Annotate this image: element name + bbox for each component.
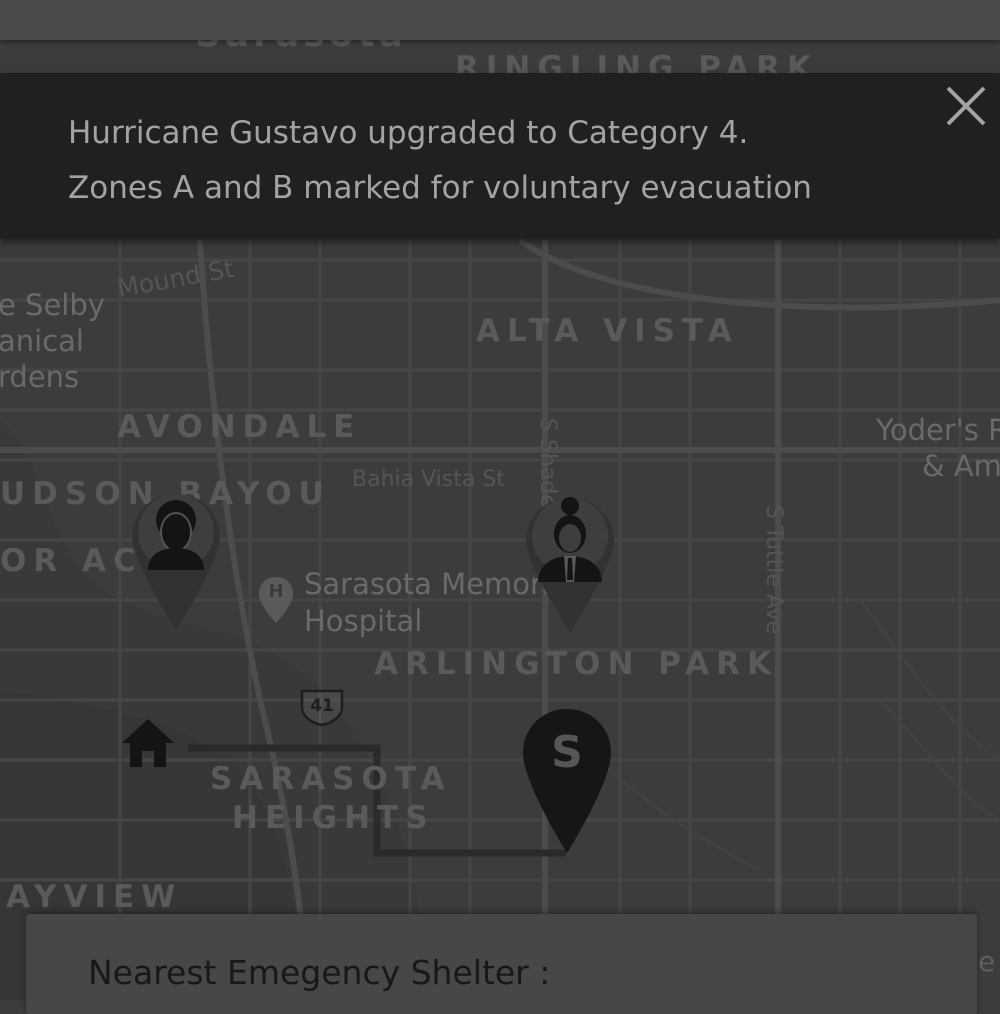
area-label-avondale: AVONDALE [117, 409, 362, 445]
poi-label-hospital-1: Sarasota Memori [304, 567, 550, 601]
poi-label-selby-3: rdens [0, 360, 80, 394]
home-icon[interactable] [120, 715, 176, 769]
highway-41-number: 41 [310, 696, 334, 716]
hospital-pin-letter: H [268, 581, 284, 602]
nearest-shelter-title: Nearest Emegency Shelter : [88, 953, 551, 992]
shelter-pin-letter: S [551, 727, 583, 778]
street-label-bahia-vista-st: Bahia Vista St [352, 467, 505, 492]
poi-label-selby-2: anical [0, 324, 84, 358]
area-label-alta-vista: ALTA VISTA [476, 313, 739, 349]
poi-label-yoders-1: Yoder's R [876, 413, 1000, 447]
poi-label-selby-1: e Selby [0, 288, 105, 322]
top-app-bar [0, 0, 1000, 40]
poi-label-yoders-2: & Am [922, 449, 1000, 483]
area-label-arlington-park: ARLINGTON PARK [374, 646, 778, 682]
alert-message: Hurricane Gustavo upgraded to Category 4… [68, 106, 812, 216]
alert-line-1: Hurricane Gustavo upgraded to Category 4… [68, 115, 749, 151]
area-label-sarasota-heights-2: HEIGHTS [232, 800, 435, 836]
highway-41-shield: 41 [298, 687, 346, 727]
shelter-pin-icon[interactable]: S [521, 707, 613, 855]
person-pin-man-icon[interactable] [522, 494, 618, 634]
person-pin-woman-icon[interactable] [128, 490, 224, 634]
close-icon[interactable] [942, 82, 990, 130]
street-label-s-tuttle-ave: S Tuttle Ave [761, 505, 786, 635]
panel-edge-text: e [978, 945, 996, 978]
hospital-pin-icon[interactable]: H [257, 575, 295, 625]
area-label-sarasota-heights-1: SARASOTA [210, 761, 452, 797]
alert-line-2: Zones A and B marked for voluntary evacu… [68, 170, 812, 206]
area-label-bayview: AYVIEW [6, 879, 183, 915]
poi-label-hospital-2: Hospital [304, 604, 423, 638]
